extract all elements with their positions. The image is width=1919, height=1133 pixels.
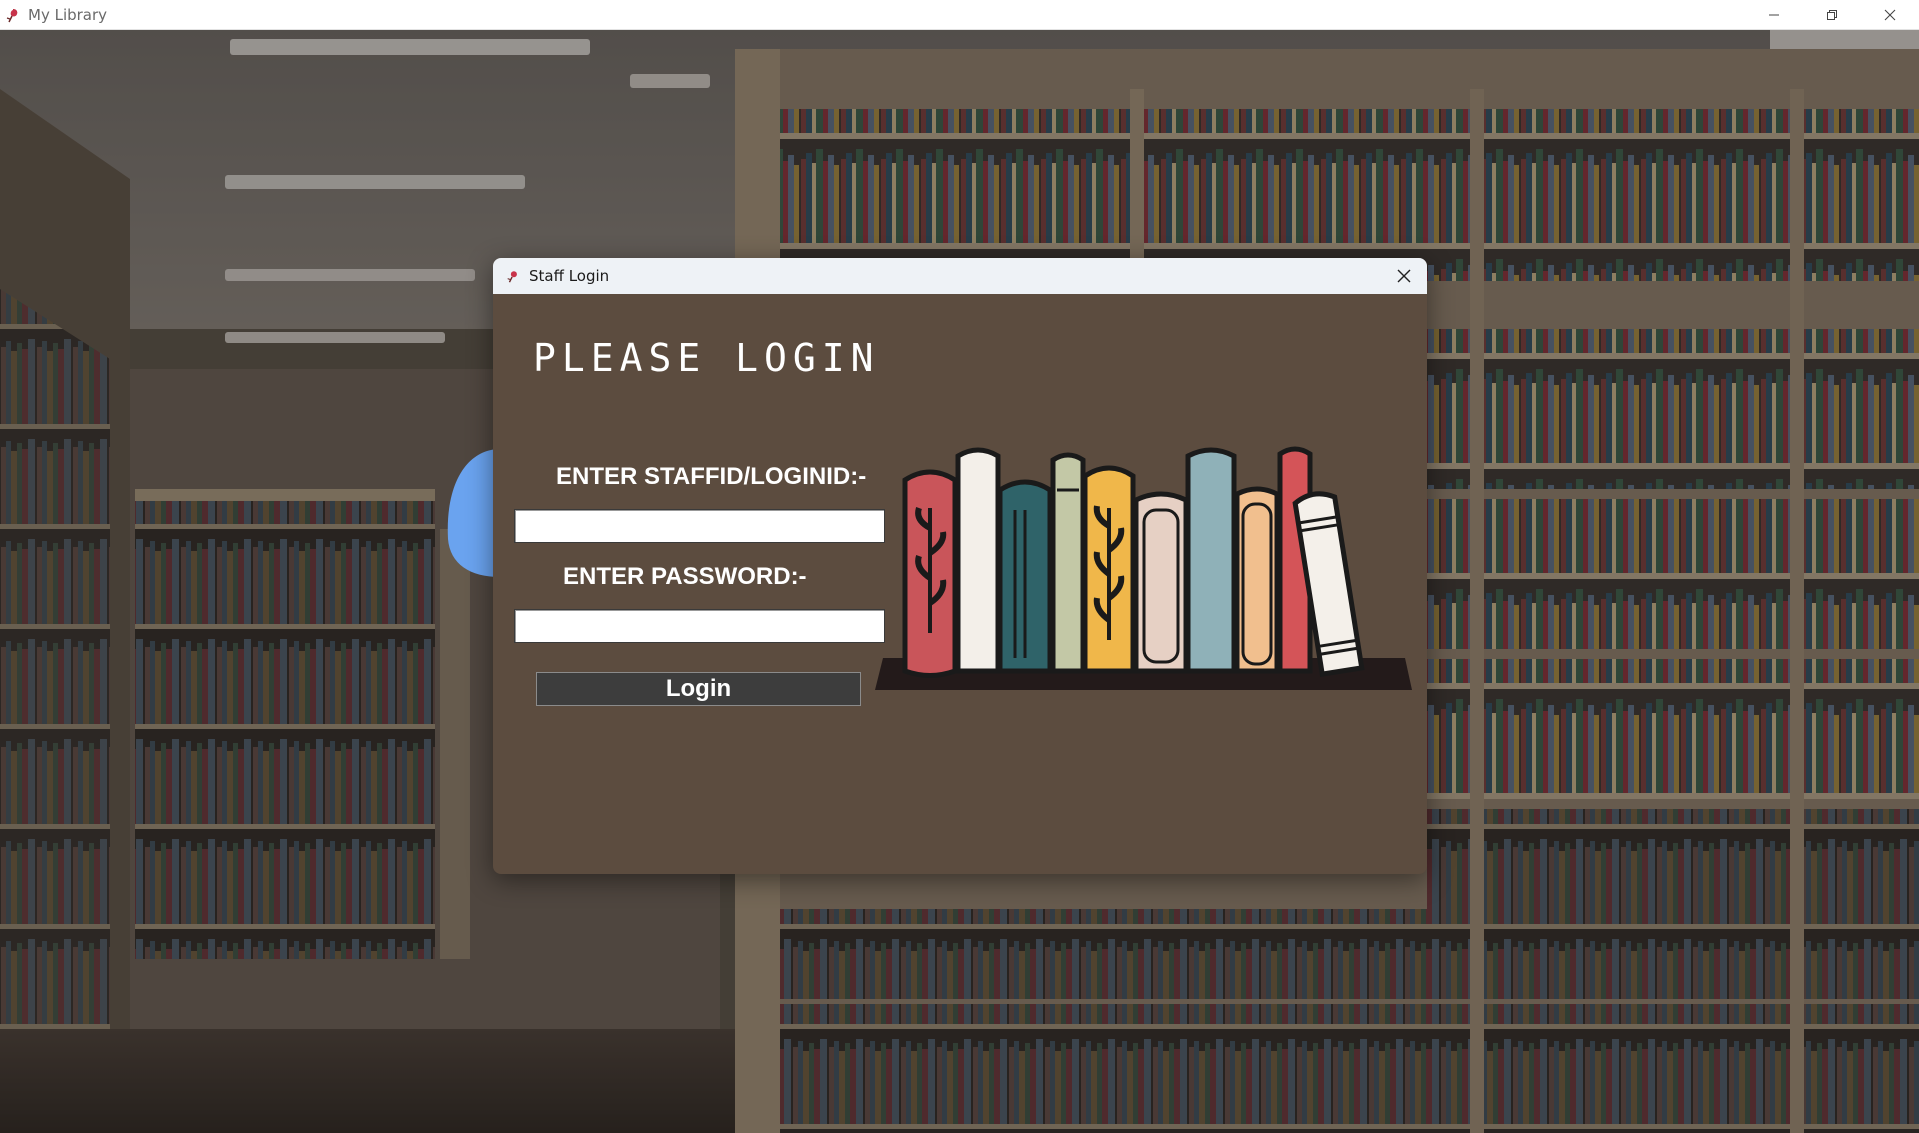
dialog-titlebar: Staff Login bbox=[493, 258, 1427, 294]
staff-login-dialog: Staff Login PLEASE LOGIN ENTER STAFFID/L… bbox=[493, 258, 1427, 874]
rose-icon bbox=[6, 8, 18, 22]
close-window-button[interactable] bbox=[1861, 0, 1919, 29]
window-controls bbox=[1745, 0, 1919, 29]
dialog-close-button[interactable] bbox=[1389, 261, 1419, 291]
bookshelf-illustration bbox=[875, 446, 1412, 690]
staffid-label: ENTER STAFFID/LOGINID:- bbox=[556, 463, 867, 490]
rose-icon bbox=[507, 271, 517, 283]
minimize-icon bbox=[1769, 14, 1779, 15]
dialog-title: Staff Login bbox=[529, 267, 610, 285]
password-input[interactable] bbox=[514, 609, 885, 643]
minimize-button[interactable] bbox=[1745, 0, 1803, 29]
window-titlebar: My Library bbox=[0, 0, 1919, 30]
close-icon bbox=[1397, 269, 1411, 283]
app-window: My Library Staff Login PLEASE LOGIN ENTE… bbox=[0, 0, 1919, 1133]
restore-button[interactable] bbox=[1803, 0, 1861, 29]
login-heading: PLEASE LOGIN bbox=[533, 336, 880, 380]
window-title: My Library bbox=[28, 5, 108, 24]
close-icon bbox=[1884, 9, 1896, 20]
login-button[interactable]: Login bbox=[536, 672, 861, 706]
restore-icon bbox=[1827, 9, 1837, 20]
staffid-input[interactable] bbox=[514, 509, 885, 543]
password-label: ENTER PASSWORD:- bbox=[563, 563, 807, 590]
